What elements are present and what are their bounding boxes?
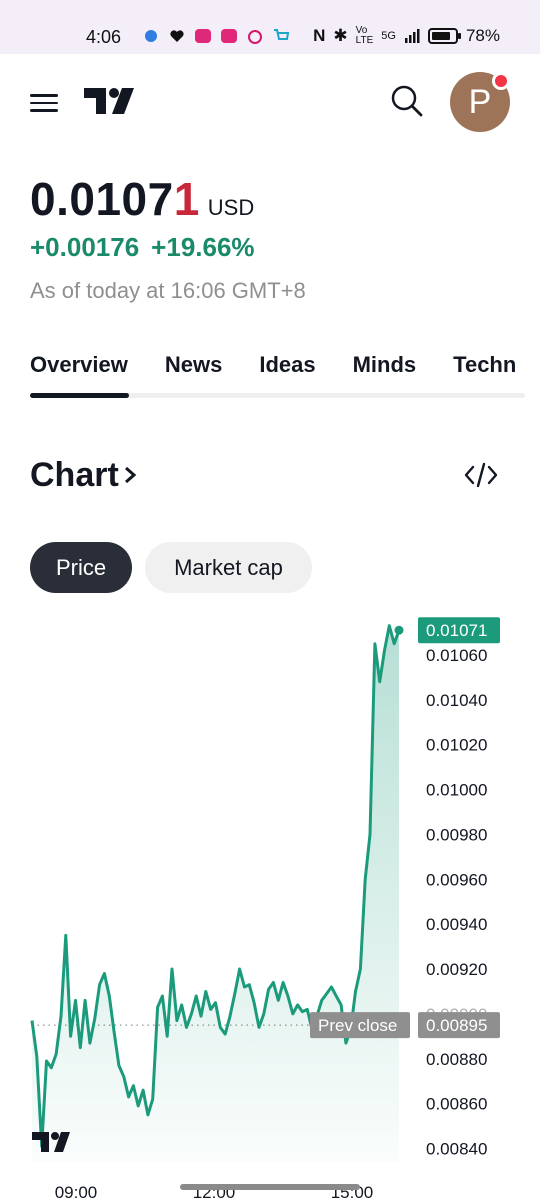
tab-bar: Overview News Ideas Minds Techn: [30, 352, 525, 400]
chevron-right-icon: [124, 466, 137, 484]
last-price-label: 0.01071: [426, 621, 487, 640]
price-toggle-button[interactable]: Price: [30, 542, 132, 593]
y-tick-label: 0.00860: [426, 1095, 487, 1114]
search-icon[interactable]: [390, 84, 424, 118]
price-area-fill: [32, 625, 399, 1162]
notification-dot: [492, 72, 510, 90]
tab-ideas[interactable]: Ideas: [259, 352, 315, 388]
bluetooth-icon: ✱: [333, 26, 348, 45]
status-right: N ✱ Vo LTE 5G 78%: [313, 26, 500, 46]
as-of-timestamp: As of today at 16:06 GMT+8: [30, 278, 306, 303]
signal-icon: [404, 29, 420, 43]
price-value: 0.01071: [30, 172, 200, 226]
y-tick-label: 0.00960: [426, 870, 487, 889]
volte-icon: Vo LTE: [355, 25, 374, 46]
price-row: 0.01071 USD: [30, 172, 254, 226]
chart-heading[interactable]: Chart: [30, 456, 139, 495]
y-tick-label: 0.01060: [426, 646, 487, 665]
battery-level: 78%: [465, 26, 500, 45]
x-tick-label: 09:00: [55, 1183, 98, 1200]
app-notification-icon: [145, 30, 157, 42]
prev-close-label: Prev close: [318, 1016, 397, 1035]
currency-label: USD: [207, 195, 255, 220]
y-tick-label: 0.01040: [426, 691, 487, 710]
change-percent: +19.66%: [151, 232, 255, 262]
y-tick-label: 0.01020: [426, 736, 487, 755]
shopping-app-icon-2: [221, 29, 237, 43]
tab-news[interactable]: News: [165, 352, 222, 388]
y-tick-label: 0.00920: [426, 960, 487, 979]
shopping-app-icon: [195, 29, 211, 43]
status-time: 4:06: [86, 27, 122, 47]
horizontal-scrollbar[interactable]: [180, 1184, 360, 1190]
y-tick-label: 0.01000: [426, 781, 487, 800]
last-price-badge: 0.01071: [418, 617, 500, 644]
app-header: P: [0, 54, 540, 150]
market-cap-toggle-button[interactable]: Market cap: [145, 542, 312, 593]
chart-title: Chart: [30, 456, 119, 494]
price-chart[interactable]: 0.01060 0.01040 0.01020 0.01000 0.00980 0.009…: [0, 610, 540, 1200]
status-bar: 4:06 N ✱ Vo LTE 5G 78%: [0, 0, 540, 54]
tradingview-logo[interactable]: [84, 86, 140, 116]
battery-icon: [427, 28, 461, 44]
prev-close-value: 0.00895: [426, 1016, 487, 1035]
panda-app-icon: [248, 30, 262, 44]
menu-icon[interactable]: [30, 94, 58, 112]
price-change: +0.00176 +19.66%: [30, 232, 255, 263]
y-tick-label: 0.00840: [426, 1140, 487, 1159]
price-last-digit: 1: [173, 173, 200, 225]
y-tick-label: 0.00940: [426, 915, 487, 934]
network-label: 5G: [381, 30, 396, 42]
embed-code-icon[interactable]: [464, 460, 498, 490]
tab-overview[interactable]: Overview: [30, 352, 128, 388]
prev-close-badge: Prev close 0.00895: [310, 1012, 500, 1039]
price-main: 0.0107: [30, 173, 174, 225]
heart-icon: [170, 30, 184, 42]
notification-icons: [142, 27, 290, 45]
change-absolute: +0.00176: [30, 232, 140, 262]
y-tick-label: 0.00980: [426, 825, 487, 844]
nfc-icon: N: [313, 26, 326, 45]
last-price-dot: [394, 625, 404, 635]
y-tick-label: 0.00880: [426, 1050, 487, 1069]
tab-technicals[interactable]: Techn: [453, 352, 516, 388]
tab-minds[interactable]: Minds: [353, 352, 417, 388]
cart-app-icon: [274, 29, 290, 40]
